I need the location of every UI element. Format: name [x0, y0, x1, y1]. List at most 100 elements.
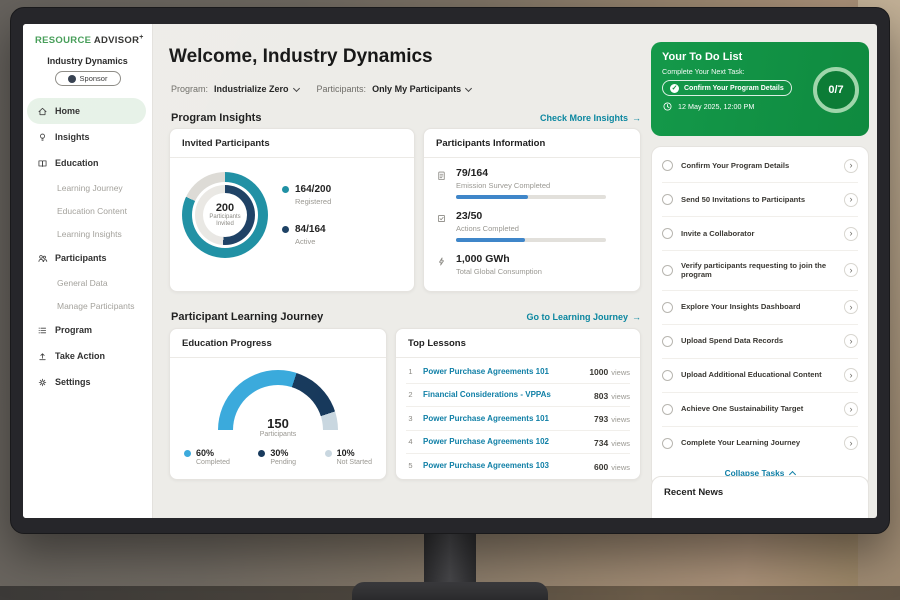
task-checkbox[interactable]	[662, 160, 673, 171]
chevron-right-icon[interactable]: ›	[844, 193, 858, 207]
info-label: Emission Survey Completed	[456, 181, 606, 190]
sidebar-item-general-data[interactable]: General Data	[27, 271, 146, 294]
chevron-right-icon[interactable]: ›	[844, 368, 858, 382]
info-value: 23/50	[456, 210, 606, 222]
lesson-link[interactable]: Power Purchase Agreements 101	[423, 367, 581, 376]
task-item[interactable]: Invite a Collaborator ›	[662, 217, 858, 251]
sidebar-item-label: Insights	[55, 132, 90, 142]
task-checkbox[interactable]	[662, 336, 673, 347]
card-title: Invited Participants	[170, 129, 414, 158]
progress-bar	[456, 195, 606, 199]
chevron-right-icon[interactable]: ›	[844, 263, 858, 277]
energy-icon	[436, 254, 448, 276]
task-item[interactable]: Complete Your Learning Journey ›	[662, 427, 858, 460]
photo-background: RESOURCE ADVISOR+ Industry Dynamics Spon…	[0, 0, 900, 600]
info-row-emission-survey: 79/164 Emission Survey Completed	[436, 167, 628, 199]
lesson-link[interactable]: Power Purchase Agreements 101	[423, 414, 586, 423]
invited-participants-donut: 200 Participants Invited	[182, 172, 268, 258]
task-label: Explore Your Insights Dashboard	[681, 302, 836, 312]
go-to-learning-journey-link[interactable]: Go to Learning Journey →	[526, 312, 641, 322]
monitor-stand-base	[352, 582, 548, 600]
lesson-rank: 3	[406, 414, 415, 423]
program-select[interactable]: Industrialize Zero	[214, 84, 299, 94]
participants-select-value: Only My Participants	[372, 84, 461, 94]
sidebar-item-education[interactable]: Education	[27, 150, 146, 176]
chevron-right-icon[interactable]: ›	[844, 402, 858, 416]
survey-icon	[436, 168, 448, 199]
lesson-views-suffix: views	[611, 392, 630, 401]
task-checkbox[interactable]	[662, 302, 673, 313]
task-checkbox[interactable]	[662, 228, 673, 239]
lightbulb-icon	[36, 132, 48, 143]
legend-value: 60%	[196, 448, 230, 458]
task-checkbox[interactable]	[662, 370, 673, 381]
legend-value: 30%	[270, 448, 296, 458]
lesson-views-count: 803	[594, 391, 608, 401]
progress-bar-fill	[456, 238, 525, 242]
chevron-right-icon[interactable]: ›	[844, 334, 858, 348]
task-label: Verify participants requesting to join t…	[681, 261, 836, 281]
section-title: Program Insights	[171, 112, 261, 124]
task-item[interactable]: Achieve One Sustainability Target ›	[662, 393, 858, 427]
task-item[interactable]: Send 50 Invitations to Participants ›	[662, 183, 858, 217]
sidebar-item-learning-journey[interactable]: Learning Journey	[27, 176, 146, 199]
sidebar-item-settings[interactable]: Settings	[27, 369, 146, 395]
sidebar-item-label: Program	[55, 325, 92, 335]
task-checkbox[interactable]	[662, 404, 673, 415]
chevron-right-icon[interactable]: ›	[844, 300, 858, 314]
chevron-right-icon[interactable]: ›	[844, 159, 858, 173]
participants-select[interactable]: Only My Participants	[372, 84, 471, 94]
lesson-views-suffix: views	[611, 463, 630, 472]
sidebar-item-label: Learning Insights	[57, 229, 122, 239]
sidebar-item-participants[interactable]: Participants	[27, 245, 146, 271]
logo-text-advisor: ADVISOR	[94, 35, 139, 46]
take-action-icon	[36, 351, 48, 362]
logo-text-resource: RESOURCE	[35, 35, 91, 46]
sidebar-item-home[interactable]: Home	[27, 98, 146, 124]
sidebar-item-learning-insights[interactable]: Learning Insights	[27, 222, 146, 245]
logo-plus: +	[139, 34, 143, 41]
lesson-link[interactable]: Power Purchase Agreements 102	[423, 437, 586, 446]
legend-value: 164/200	[295, 184, 331, 195]
invited-participants-card: Invited Participants 200 Participants In…	[169, 128, 415, 292]
check-more-insights-link[interactable]: Check More Insights →	[540, 113, 641, 123]
lesson-views-count: 793	[594, 414, 608, 424]
task-checkbox[interactable]	[662, 265, 673, 276]
task-item[interactable]: Upload Spend Data Records ›	[662, 325, 858, 359]
sidebar-item-take-action[interactable]: Take Action	[27, 343, 146, 369]
sidebar-item-label: Education	[55, 158, 99, 168]
task-checkbox[interactable]	[662, 194, 673, 205]
todo-tasks-card: Confirm Your Program Details › Send 50 I…	[651, 146, 869, 488]
lesson-link[interactable]: Financial Considerations - VPPAs	[423, 390, 586, 399]
legend-dot-pending	[258, 450, 265, 457]
sidebar-item-label: Learning Journey	[57, 183, 123, 193]
sidebar-item-manage-participants[interactable]: Manage Participants	[27, 294, 146, 317]
next-task-pill[interactable]: ✓ Confirm Your Program Details	[662, 80, 792, 96]
sidebar-item-education-content[interactable]: Education Content	[27, 199, 146, 222]
sponsor-label: Sponsor	[80, 74, 108, 83]
chevron-right-icon[interactable]: ›	[844, 227, 858, 241]
lesson-rank: 2	[406, 390, 415, 399]
legend-item: 30% Pending	[258, 448, 296, 466]
lesson-link[interactable]: Power Purchase Agreements 103	[423, 461, 586, 470]
checklist-icon	[436, 211, 448, 242]
chevron-right-icon[interactable]: ›	[844, 436, 858, 450]
task-item[interactable]: Confirm Your Program Details ›	[662, 149, 858, 183]
monitor: RESOURCE ADVISOR+ Industry Dynamics Spon…	[10, 7, 890, 534]
task-label: Confirm Your Program Details	[681, 161, 836, 171]
legend-dot-completed	[184, 450, 191, 457]
next-task-datetime: 12 May 2025, 12:00 PM	[678, 102, 754, 111]
card-title: Education Progress	[170, 329, 386, 358]
info-label: Total Global Consumption	[456, 267, 542, 276]
sidebar-item-insights[interactable]: Insights	[27, 124, 146, 150]
page-title: Welcome, Industry Dynamics	[169, 46, 433, 68]
task-item[interactable]: Upload Additional Educational Content ›	[662, 359, 858, 393]
task-item[interactable]: Verify participants requesting to join t…	[662, 251, 858, 291]
lesson-rank: 5	[406, 461, 415, 470]
task-item[interactable]: Explore Your Insights Dashboard ›	[662, 291, 858, 325]
sidebar-item-program[interactable]: Program	[27, 317, 146, 343]
program-insights-header: Program Insights Check More Insights →	[171, 112, 641, 124]
task-checkbox[interactable]	[662, 438, 673, 449]
todo-progress-value: 0/7	[828, 84, 843, 96]
arrow-right-icon: →	[632, 113, 641, 123]
